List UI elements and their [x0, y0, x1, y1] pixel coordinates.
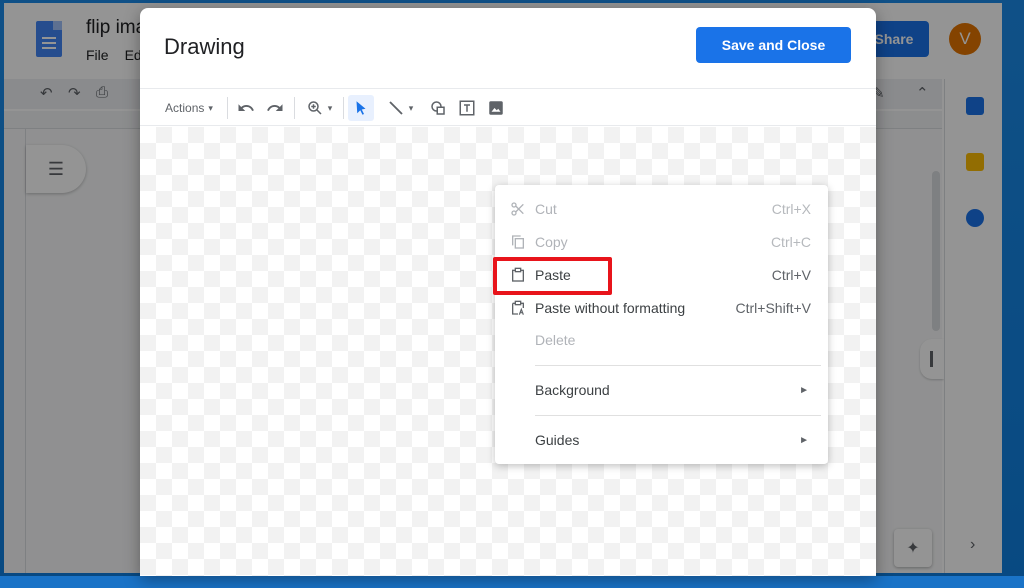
context-menu: Cut Ctrl+X Copy Ctrl+C Paste Ctrl+V Past… — [495, 185, 828, 464]
submenu-arrow-icon: ► — [799, 384, 809, 396]
menu-item-label: Background — [535, 382, 610, 398]
menu-item-background[interactable]: Background ► — [495, 375, 828, 405]
clipboard-text-icon — [509, 299, 527, 317]
copy-icon — [509, 233, 527, 251]
menu-item-guides[interactable]: Guides ► — [495, 425, 828, 455]
caret-down-icon: ▾ — [327, 102, 333, 113]
drawing-toolbar: Actions ▾ ▾ ▾ — [140, 88, 876, 126]
menu-item-paste-without-formatting[interactable]: Paste without formatting Ctrl+Shift+V — [495, 293, 828, 323]
submenu-arrow-icon: ► — [799, 434, 809, 446]
scissors-icon — [509, 200, 527, 218]
menu-item-label: Paste without formatting — [535, 300, 686, 316]
menu-item-copy[interactable]: Copy Ctrl+C — [495, 227, 828, 257]
menu-divider — [535, 415, 821, 416]
menu-item-delete[interactable]: Delete — [495, 325, 828, 355]
line-icon[interactable]: ▾ — [380, 95, 420, 121]
select-icon[interactable] — [348, 95, 374, 121]
caret-down-icon: ▾ — [208, 102, 213, 113]
undo-icon[interactable] — [234, 95, 258, 121]
actions-menu[interactable]: Actions ▾ — [160, 95, 218, 121]
actions-label: Actions — [165, 101, 205, 115]
menu-item-shortcut: Ctrl+Shift+V — [735, 300, 811, 316]
menu-divider — [535, 365, 821, 366]
menu-item-label: Cut — [535, 201, 557, 217]
menu-item-label: Paste — [535, 267, 571, 283]
menu-item-shortcut: Ctrl+V — [771, 267, 811, 283]
menu-item-label: Guides — [535, 432, 580, 448]
clipboard-icon — [509, 266, 527, 284]
menu-item-shortcut: Ctrl+C — [770, 234, 811, 250]
image-icon[interactable] — [484, 95, 508, 121]
menu-item-cut[interactable]: Cut Ctrl+X — [495, 194, 828, 224]
save-and-close-button[interactable]: Save and Close — [696, 27, 851, 63]
textbox-icon[interactable] — [455, 95, 479, 121]
menu-item-label: Copy — [535, 234, 568, 250]
menu-item-label: Delete — [535, 332, 576, 348]
dialog-title: Drawing — [164, 34, 245, 59]
taskbar — [0, 576, 1024, 588]
redo-icon[interactable] — [263, 95, 287, 121]
menu-item-paste[interactable]: Paste Ctrl+V — [495, 260, 828, 290]
menu-item-shortcut: Ctrl+X — [771, 201, 811, 217]
caret-down-icon: ▾ — [408, 102, 414, 113]
zoom-icon[interactable]: ▾ — [301, 95, 337, 121]
shape-icon[interactable] — [426, 95, 450, 121]
